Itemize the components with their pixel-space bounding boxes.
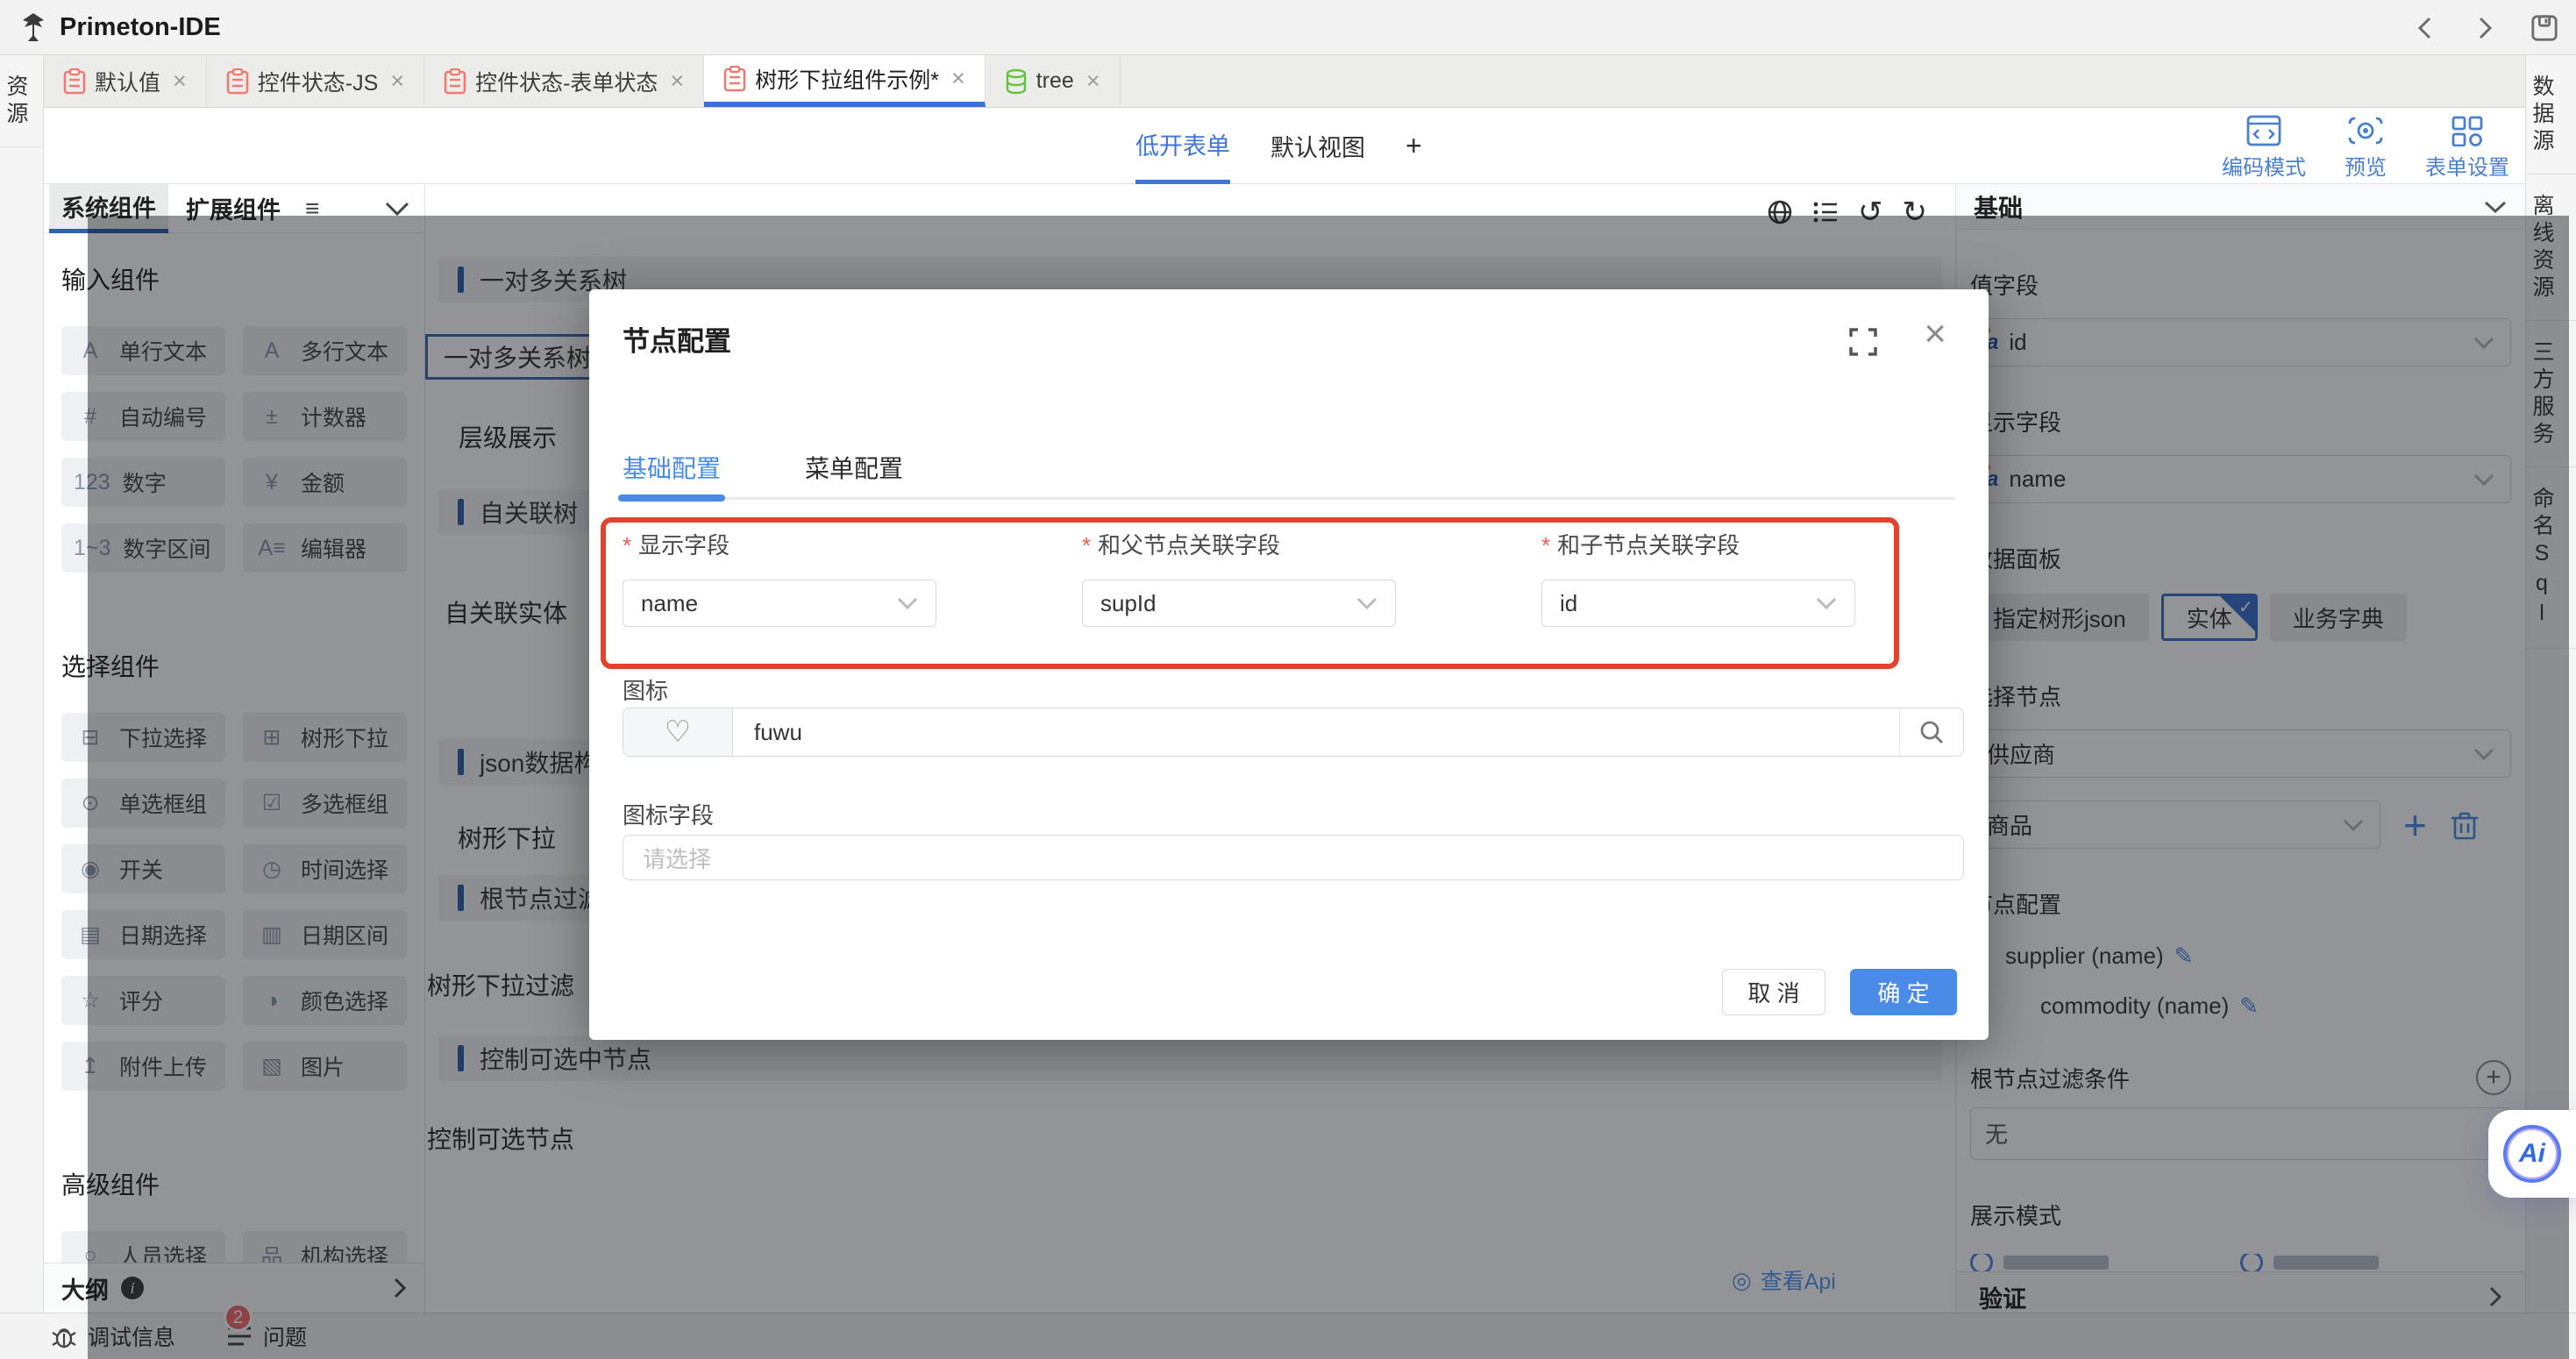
view-tab-低开表单[interactable]: 低开表单 [1135, 108, 1230, 184]
node-config-modal: 节点配置 × 基础配置菜单配置 *显示字段name*和父节点关联字段supId*… [589, 289, 1989, 1040]
action-label: 表单设置 [2425, 150, 2509, 181]
icon-input[interactable]: fuwu [733, 708, 1899, 756]
field-select-id[interactable]: id [1541, 580, 1855, 627]
field-value: supId [1100, 590, 1156, 617]
file-tab-label: 树形下拉组件示例* [755, 63, 939, 95]
cancel-button[interactable]: 取 消 [1722, 969, 1825, 1015]
close-tab-icon[interactable]: × [1086, 68, 1100, 95]
nav-back-icon[interactable] [2411, 14, 2439, 42]
close-icon[interactable]: × [1924, 312, 1946, 356]
form-doc-icon [226, 68, 249, 95]
file-tab-tree[interactable]: tree × [986, 55, 1121, 107]
search-icon[interactable] [1899, 708, 1963, 756]
action-label: 编码模式 [2222, 150, 2306, 181]
modal-tab-菜单配置[interactable]: 菜单配置 [805, 450, 903, 485]
database-icon [1005, 68, 1028, 95]
file-tab-label: 控件状态-JS [258, 66, 379, 97]
form-doc-icon [63, 68, 86, 95]
file-tab-控件状态-表单状态[interactable]: 控件状态-表单状态 × [424, 55, 704, 107]
title-bar: Primeton-IDE [0, 0, 2576, 55]
fullscreen-icon[interactable] [1847, 326, 1879, 358]
save-icon[interactable] [2530, 14, 2558, 42]
view-band: 低开表单默认视图 + 编码模式 预览 表单设置 [44, 108, 2525, 184]
close-tab-icon[interactable]: × [390, 68, 404, 95]
file-tab-label: tree [1036, 68, 1074, 94]
heart-icon[interactable]: ♡ [623, 708, 733, 756]
ok-button[interactable]: 确 定 [1850, 969, 1957, 1015]
tab-divider [618, 497, 1955, 500]
file-tab-默认值[interactable]: 默认值 × [44, 55, 207, 107]
chevron-down-icon [2483, 200, 2508, 214]
action-预览[interactable]: 预览 [2345, 115, 2387, 181]
modal-field-和子节点关联字段: *和子节点关联字段 id [1541, 528, 1855, 627]
modal-field-和父节点关联字段: *和父节点关联字段 supId [1082, 528, 1396, 627]
bug-icon [51, 1323, 77, 1349]
icon-label: 图标 [623, 673, 668, 706]
ai-assistant-button[interactable]: Ai [2503, 1125, 2561, 1183]
left-rail: 资源 [0, 55, 44, 1359]
field-label: *和父节点关联字段 [1082, 528, 1396, 560]
add-view-icon[interactable]: + [1405, 130, 1422, 162]
field-value: id [1560, 590, 1577, 617]
file-tab-bar: 默认值 × 控件状态-JS × 控件状态-表单状态 × 树形下拉组件示例* × tree × [44, 55, 2525, 108]
form-doc-icon [444, 68, 466, 95]
nav-forward-icon[interactable] [2471, 14, 2499, 42]
close-tab-icon[interactable]: × [670, 68, 684, 95]
icon-field-label: 图标字段 [623, 798, 714, 830]
icon-input-group: ♡ fuwu [623, 708, 1964, 757]
primeton-logo-icon [18, 11, 49, 43]
code-icon [2246, 115, 2281, 146]
app-title: Primeton-IDE [60, 13, 221, 42]
modal-tab-基础配置[interactable]: 基础配置 [623, 450, 721, 485]
field-label: *和子节点关联字段 [1541, 528, 1855, 560]
file-tab-label: 控件状态-表单状态 [475, 66, 658, 97]
file-tab-控件状态-JS[interactable]: 控件状态-JS × [207, 55, 424, 107]
chevron-down-icon [897, 597, 918, 609]
form-settings-icon [2451, 115, 2484, 146]
file-tab-树形下拉组件示例*[interactable]: 树形下拉组件示例* × [704, 55, 986, 107]
left-rail-item-资源[interactable]: 资源 [0, 55, 43, 147]
chevron-down-icon [1356, 597, 1377, 609]
app-root: Primeton-IDE 资源 数据源离线资源三方服务命名Sql 默认值×控件状… [0, 0, 2576, 1359]
palette-collapse-icon[interactable] [384, 201, 410, 217]
field-select-supId[interactable]: supId [1082, 580, 1396, 627]
form-doc-icon [723, 66, 746, 92]
required-star: * [1541, 532, 1550, 559]
required-star: * [623, 532, 631, 559]
action-编码模式[interactable]: 编码模式 [2222, 115, 2306, 181]
action-表单设置[interactable]: 表单设置 [2425, 115, 2509, 181]
view-tab-默认视图[interactable]: 默认视图 [1270, 108, 1365, 184]
action-label: 预览 [2345, 150, 2387, 181]
right-rail-item-数据源[interactable]: 数据源 [2526, 55, 2576, 174]
preview-icon [2348, 115, 2383, 146]
close-tab-icon[interactable]: × [173, 68, 187, 95]
chevron-down-icon [1816, 597, 1837, 609]
required-star: * [1082, 532, 1091, 559]
modal-field-显示字段: *显示字段 name [623, 528, 936, 627]
field-label: *显示字段 [623, 528, 936, 560]
active-tab-indicator [618, 495, 725, 502]
file-tab-label: 默认值 [95, 66, 160, 97]
icon-field-select[interactable]: 请选择 [623, 835, 1964, 880]
close-tab-icon[interactable]: × [951, 65, 965, 92]
ai-assistant-card: Ai [2488, 1110, 2576, 1198]
field-value: name [641, 590, 698, 617]
modal-title: 节点配置 [623, 319, 731, 359]
field-select-name[interactable]: name [623, 580, 936, 627]
